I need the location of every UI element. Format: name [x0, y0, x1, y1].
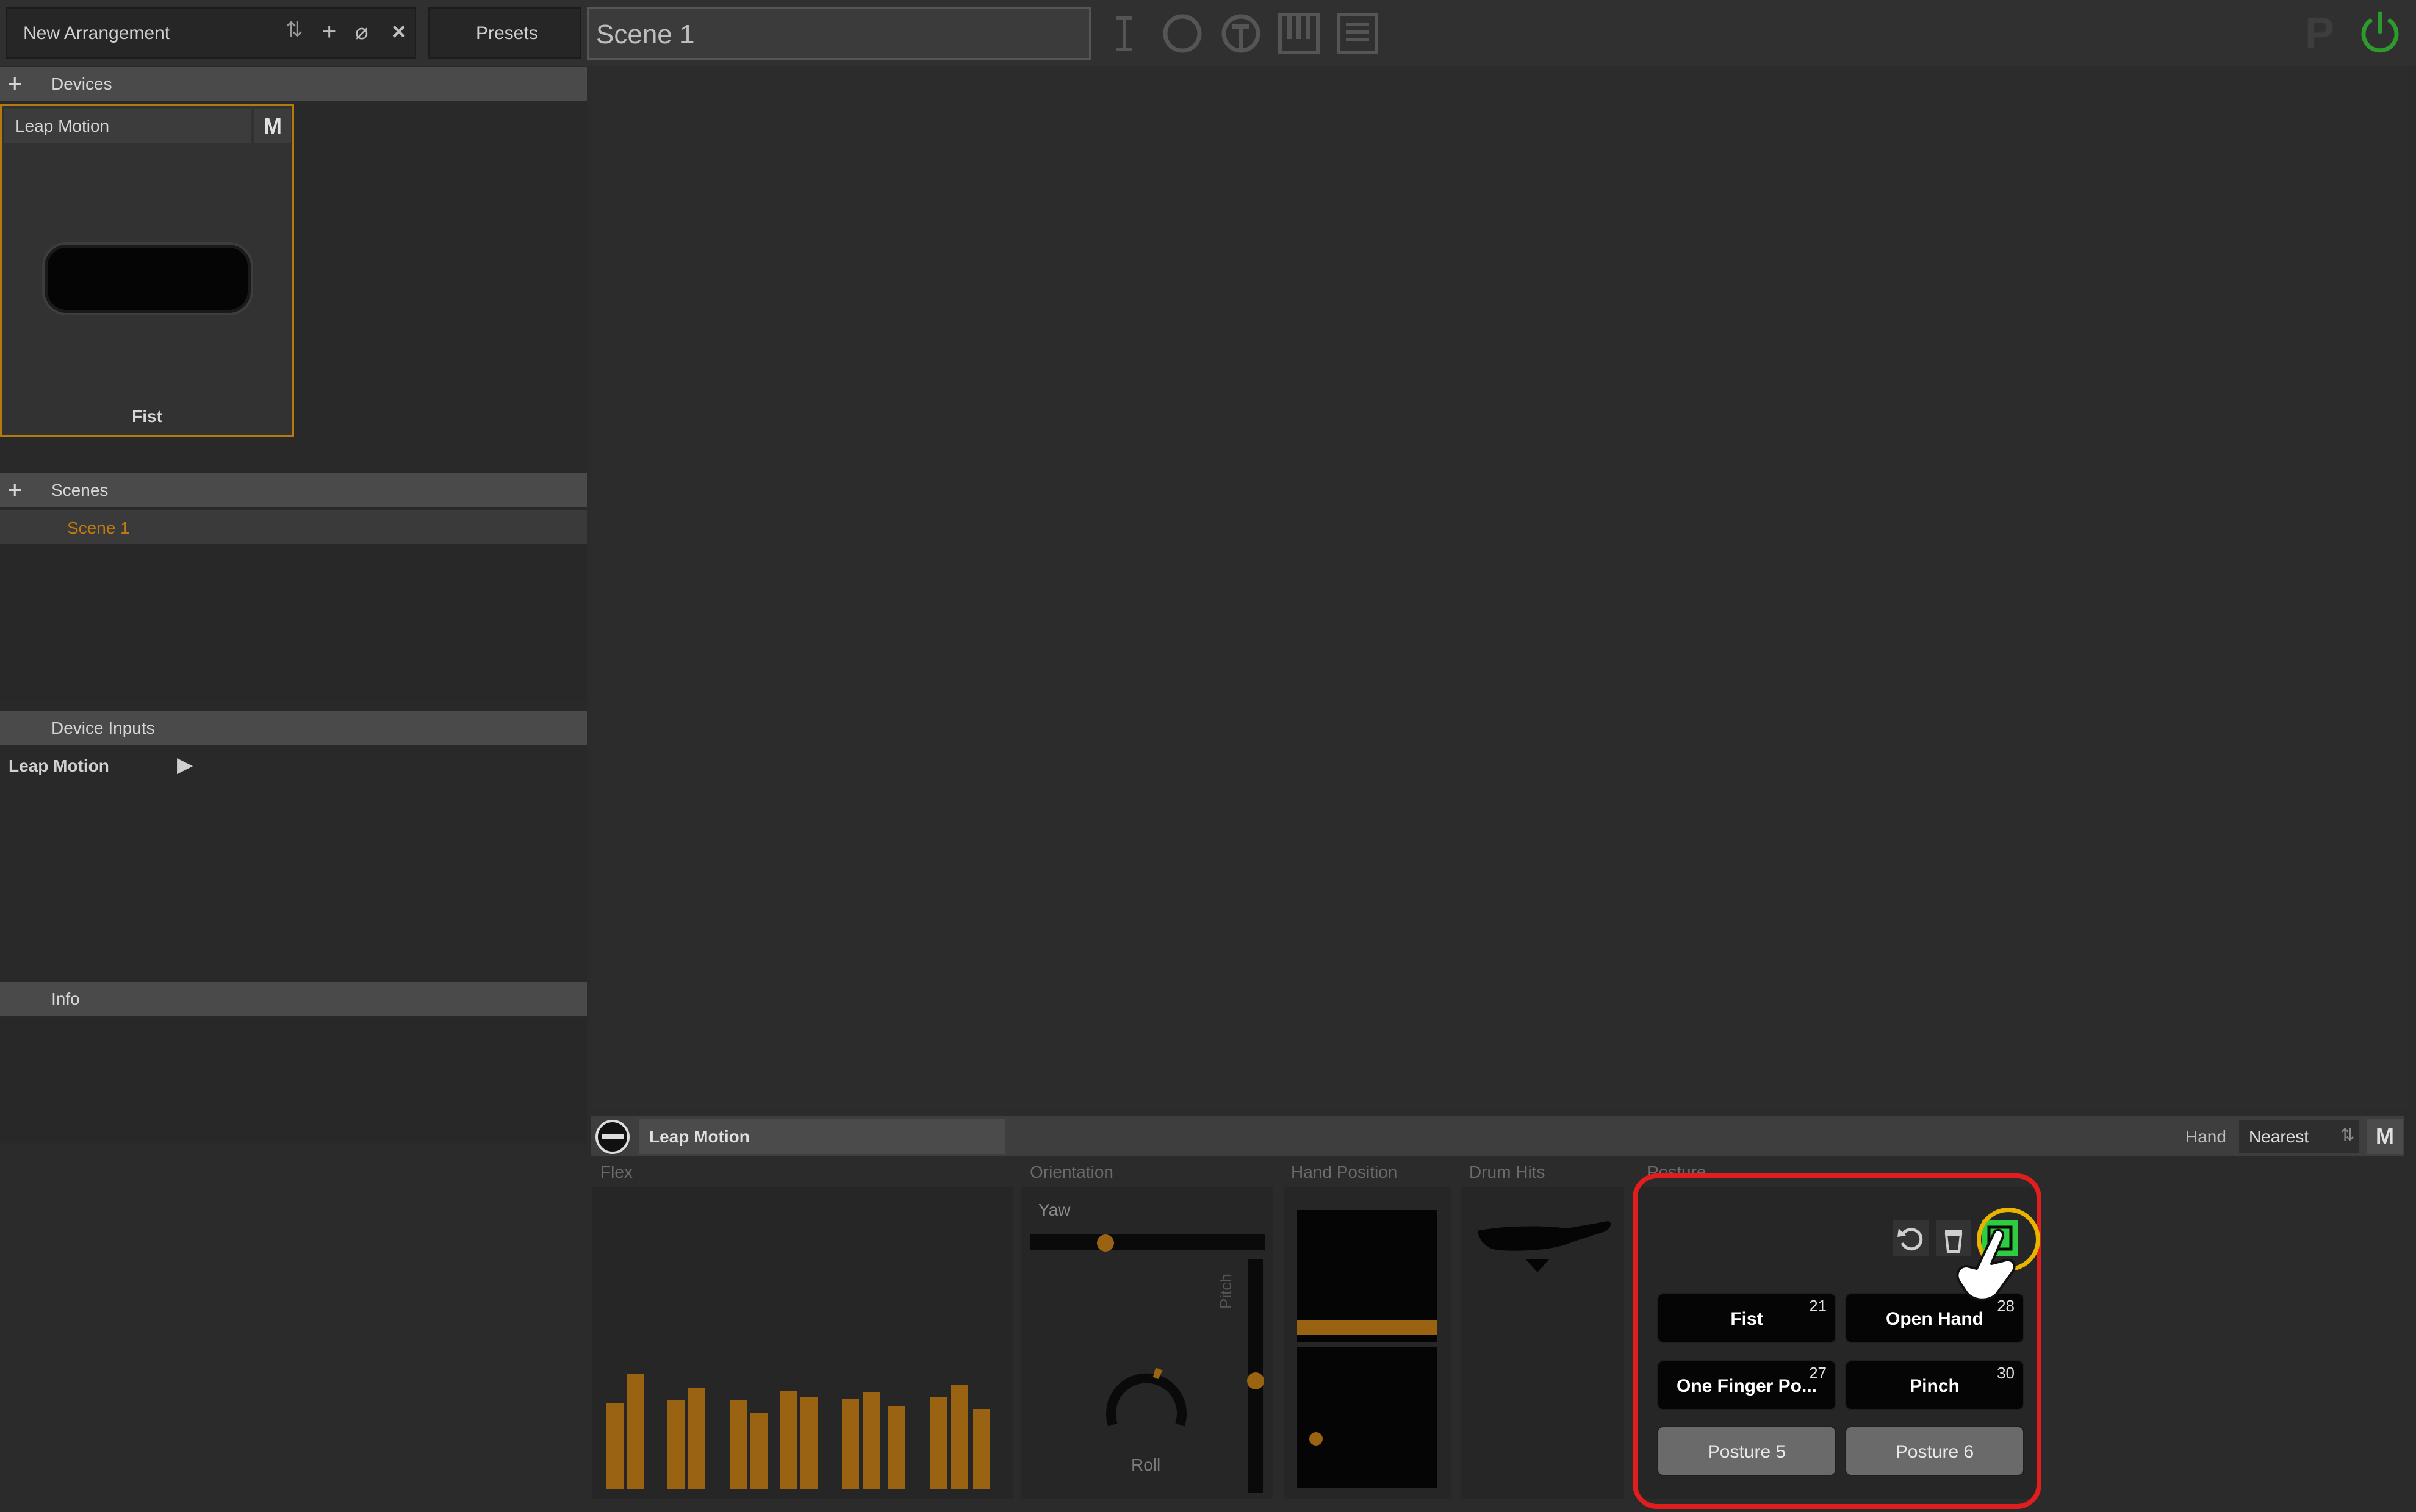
list-icon[interactable]	[1337, 13, 1378, 54]
device-strip-bar: Leap Motion Hand Nearest ⇅ M	[591, 1116, 2404, 1156]
pitch-label: Pitch	[1217, 1274, 1235, 1309]
hand-height-indicator	[1297, 1320, 1437, 1335]
flex-bar	[627, 1374, 644, 1489]
scenes-header: + Scenes	[0, 473, 587, 507]
presets-label: Presets	[476, 23, 538, 43]
flex-bar	[973, 1409, 990, 1489]
device-card-title: Leap Motion	[4, 109, 251, 143]
hand-xy-display	[1297, 1347, 1437, 1488]
devices-header-label: Devices	[51, 74, 112, 93]
flex-bar	[667, 1400, 685, 1489]
hand-position-panel	[1284, 1187, 1451, 1499]
p-icon[interactable]: P	[2305, 9, 2334, 59]
device-name-label: Leap Motion	[649, 1127, 750, 1146]
flex-bar	[888, 1406, 905, 1489]
text-cursor-icon[interactable]	[1116, 16, 1132, 51]
hand-select-value: Nearest	[2249, 1127, 2309, 1146]
info-header: Info	[0, 982, 587, 1016]
strip-m-button[interactable]: M	[2367, 1119, 2403, 1154]
device-input-item[interactable]: Leap Motion ▶	[0, 748, 587, 786]
flex-bar	[930, 1397, 947, 1489]
stage-area[interactable]	[591, 66, 2409, 1109]
flex-bar	[688, 1388, 705, 1489]
add-scene-icon[interactable]: +	[7, 477, 23, 503]
flex-bar	[750, 1413, 768, 1489]
roll-label: Roll	[1131, 1455, 1161, 1474]
scene-title-field[interactable]: Scene 1	[587, 7, 1091, 60]
orientation-panel: Yaw Pitch Roll	[1021, 1187, 1273, 1499]
device-gesture-label: Fist	[132, 407, 162, 426]
paperclip-icon[interactable]: ⌀	[355, 21, 369, 43]
up-down-arrows-icon[interactable]: ⇅	[286, 20, 303, 40]
flex-bar	[800, 1397, 818, 1489]
hand-position-label: Hand Position	[1291, 1163, 1398, 1181]
device-m-button[interactable]: M	[254, 109, 291, 143]
device-card[interactable]: Leap Motion M Fist	[0, 104, 294, 437]
flex-bar	[606, 1403, 624, 1489]
yaw-slider[interactable]	[1030, 1234, 1265, 1250]
device-name-field[interactable]: Leap Motion	[639, 1119, 1005, 1154]
orientation-label: Orientation	[1030, 1163, 1113, 1181]
hand-label: Hand	[2185, 1127, 2226, 1146]
close-icon[interactable]: ×	[392, 20, 406, 44]
devices-header: + Devices	[0, 67, 587, 101]
device-input-label: Leap Motion	[9, 756, 109, 775]
add-device-icon[interactable]: +	[7, 71, 23, 96]
roll-knob[interactable]	[1101, 1364, 1192, 1437]
drum-hits-panel	[1461, 1187, 1624, 1499]
presets-button[interactable]: Presets	[428, 7, 581, 59]
yaw-label: Yaw	[1038, 1200, 1071, 1219]
flex-bar	[842, 1399, 859, 1489]
hand-select[interactable]: Nearest ⇅	[2239, 1120, 2359, 1153]
circle-icon[interactable]	[1163, 14, 1202, 53]
scene-list	[0, 544, 587, 700]
device-inputs-header-label: Device Inputs	[51, 718, 155, 737]
hand-cursor-icon	[1956, 1228, 2016, 1301]
view-tools	[1116, 13, 1378, 54]
hand-silhouette-icon	[1478, 1221, 1611, 1272]
scenes-header-label: Scenes	[51, 481, 109, 500]
hand-xy-dot	[1309, 1432, 1323, 1446]
device-inputs-header: Device Inputs	[0, 711, 587, 745]
yaw-slider-thumb[interactable]	[1097, 1234, 1114, 1252]
arrangement-selector[interactable]: New Arrangement ⇅ + ⌀ ×	[6, 7, 416, 59]
info-header-label: Info	[51, 989, 80, 1008]
gesture-display	[45, 245, 251, 313]
flex-bar	[863, 1392, 880, 1489]
pitch-slider-thumb[interactable]	[1247, 1372, 1264, 1389]
expand-arrow-icon[interactable]: ▶	[177, 753, 193, 777]
add-icon[interactable]: +	[322, 20, 336, 44]
power-icon[interactable]	[2357, 10, 2403, 55]
scene-item-label: Scene 1	[67, 518, 130, 537]
up-down-arrows-icon: ⇅	[2340, 1125, 2355, 1144]
info-panel	[0, 1019, 587, 1141]
flex-bar	[951, 1385, 968, 1489]
drum-hits-label: Drum Hits	[1469, 1163, 1545, 1181]
flex-label: Flex	[600, 1163, 633, 1181]
device-toggle-icon[interactable]	[594, 1119, 631, 1155]
top-toolbar: New Arrangement ⇅ + ⌀ × Presets Scene 1 …	[0, 0, 2416, 66]
scene-list-item[interactable]: Scene 1	[0, 510, 587, 544]
arrangement-name: New Arrangement	[23, 23, 170, 43]
flex-bar	[730, 1400, 747, 1489]
flex-panel	[592, 1187, 1013, 1499]
keyboard-icon[interactable]	[1278, 13, 1320, 54]
flex-bar	[780, 1391, 797, 1489]
pin-icon[interactable]	[1221, 14, 1260, 53]
